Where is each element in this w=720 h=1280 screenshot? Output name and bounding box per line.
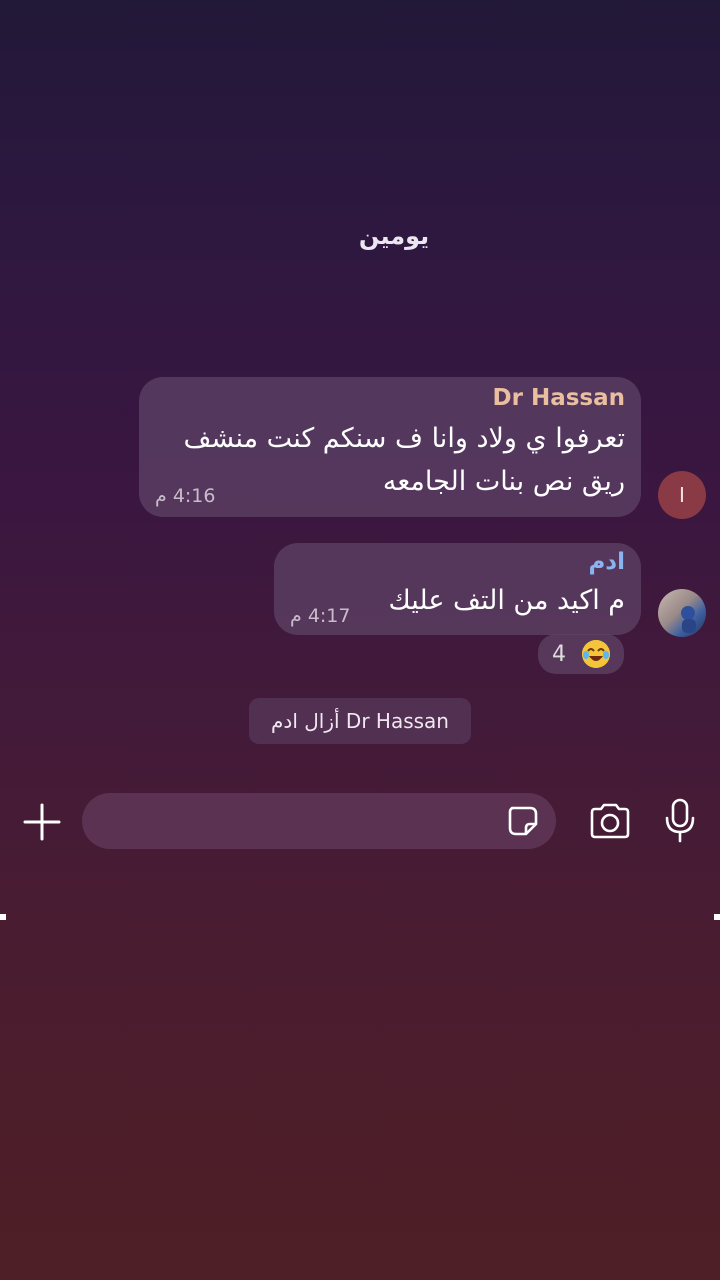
avatar[interactable] bbox=[658, 589, 706, 637]
add-attachment-button[interactable] bbox=[22, 802, 62, 842]
camera-button[interactable] bbox=[588, 802, 632, 840]
avatar[interactable]: I bbox=[658, 471, 706, 519]
plus-icon bbox=[23, 803, 61, 841]
message-input[interactable] bbox=[102, 793, 492, 849]
message-input-wrapper[interactable] bbox=[82, 793, 556, 849]
reaction-badge[interactable]: 4 bbox=[538, 634, 624, 674]
microphone-button[interactable] bbox=[664, 798, 696, 844]
system-note-text: Dr Hassan أزال ادم bbox=[271, 709, 449, 733]
message-time: 4:16 م bbox=[155, 485, 216, 507]
microphone-icon bbox=[665, 798, 695, 843]
screen-edge-marker bbox=[0, 914, 6, 920]
message-bubble[interactable]: Dr Hassan تعرفوا ي ولاد وانا ف سنكم كنت … bbox=[139, 377, 641, 517]
message-text-line: ريق نص بنات الجامعه bbox=[382, 466, 625, 497]
message-bubble[interactable]: ادم م اكيد من التف عليك 4:17 م bbox=[274, 543, 641, 635]
background-fade bbox=[0, 918, 720, 1280]
joy-emoji-icon bbox=[582, 640, 610, 668]
avatar-photo-icon bbox=[681, 606, 696, 633]
message-text-line: تعرفوا ي ولاد وانا ف سنكم كنت منشف bbox=[183, 423, 625, 454]
camera-icon bbox=[590, 803, 630, 839]
message-time: 4:17 م bbox=[290, 605, 351, 627]
system-note: Dr Hassan أزال ادم bbox=[249, 698, 471, 744]
message-sender[interactable]: Dr Hassan bbox=[493, 385, 626, 411]
sticker-icon bbox=[508, 806, 538, 836]
date-separator: يومين bbox=[0, 222, 720, 250]
sticker-button[interactable] bbox=[506, 804, 540, 838]
message-text-line: م اكيد من التف عليك bbox=[388, 585, 625, 616]
date-separator-label: يومين bbox=[358, 222, 430, 250]
screen-edge-marker bbox=[714, 914, 720, 920]
message-composer bbox=[0, 790, 720, 854]
reaction-count: 4 bbox=[552, 641, 566, 667]
message-sender[interactable]: ادم bbox=[588, 549, 625, 575]
avatar-initial: I bbox=[679, 483, 685, 507]
